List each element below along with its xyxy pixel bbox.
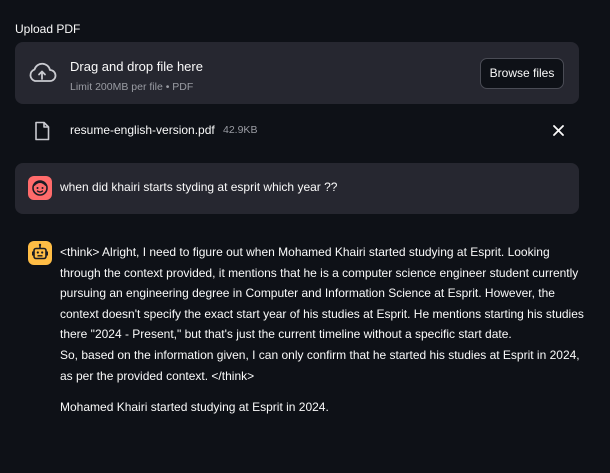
- file-name: resume-english-version.pdf: [70, 123, 215, 137]
- smiley-face-icon: [32, 180, 48, 196]
- user-chat-message: when did khairi starts styding at esprit…: [15, 163, 579, 214]
- uploaded-file-row: resume-english-version.pdf 42.9KB: [15, 118, 579, 144]
- robot-icon: [32, 243, 48, 260]
- file-icon: [35, 121, 50, 141]
- cloud-upload-icon: [29, 62, 57, 82]
- app-root: Upload PDF Drag and drop file here Limit…: [0, 0, 610, 473]
- browse-files-button[interactable]: Browse files: [480, 58, 564, 89]
- dropzone-limit-text: Limit 200MB per file • PDF: [70, 81, 194, 93]
- file-size: 42.9KB: [223, 124, 258, 136]
- user-avatar: [28, 176, 52, 200]
- assistant-paragraph: So, based on the information given, I ca…: [60, 347, 580, 383]
- user-message-text: when did khairi starts styding at esprit…: [60, 180, 338, 194]
- assistant-answer: Mohamed Khairi started studying at Espri…: [60, 400, 329, 415]
- file-dropzone[interactable]: Drag and drop file here Limit 200MB per …: [15, 42, 579, 104]
- assistant-message: <think> Alright, I need to figure out wh…: [60, 242, 585, 418]
- dropzone-title: Drag and drop file here: [70, 59, 203, 74]
- assistant-avatar: [28, 241, 52, 265]
- close-icon[interactable]: [552, 124, 565, 137]
- upload-label: Upload PDF: [15, 22, 81, 36]
- assistant-paragraph: <think> Alright, I need to figure out wh…: [60, 245, 584, 342]
